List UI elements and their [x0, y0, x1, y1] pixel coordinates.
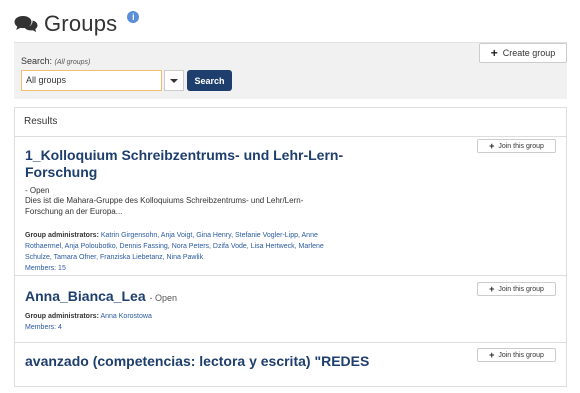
plus-icon: +	[490, 46, 498, 60]
groups-icon	[14, 16, 38, 32]
join-group-button[interactable]: + Join this group	[477, 139, 556, 153]
page-header: Groups i	[14, 8, 140, 40]
results-header: Results	[15, 108, 566, 137]
group-list-item: 1_Kolloquium Schreibzentrums- und Lehr-L…	[15, 137, 566, 276]
search-panel: Search: (All groups) All groups Search +…	[14, 42, 567, 99]
group-members-count[interactable]: Members: 4	[25, 322, 62, 333]
join-group-button[interactable]: + Join this group	[477, 348, 556, 362]
group-title-link[interactable]: 1_Kolloquium Schreibzentrums- und Lehr-L…	[25, 147, 343, 181]
results-panel: Results 1_Kolloquium Schreibzentrums- un…	[14, 107, 567, 387]
join-group-button[interactable]: + Join this group	[477, 282, 556, 296]
group-members-count[interactable]: Members: 15	[25, 263, 66, 274]
plus-icon: +	[489, 350, 495, 360]
info-icon[interactable]: i	[127, 11, 140, 23]
group-title-link[interactable]: Anna_Bianca_Lea - Open	[25, 288, 177, 307]
group-list-item: avanzado (competencias: lectora y escrit…	[15, 343, 566, 393]
chevron-down-icon[interactable]	[164, 70, 184, 91]
group-administrators: Group administrators: Anna Korostowa	[25, 313, 152, 320]
group-list-item: Anna_Bianca_Lea - Open Group administrat…	[15, 276, 566, 343]
search-label: Search: (All groups)	[21, 56, 91, 66]
group-title-link[interactable]: avanzado (competencias: lectora y escrit…	[25, 353, 369, 370]
group-filter-select[interactable]: All groups	[21, 70, 162, 91]
group-description: Dies ist die Mahara-Gruppe des Kolloquiu…	[25, 196, 304, 216]
plus-icon: +	[489, 141, 495, 151]
plus-icon: +	[489, 284, 495, 294]
create-group-button[interactable]: + Create group	[479, 43, 567, 63]
group-administrators: Group administrators: Katrin Girgensohn,…	[25, 232, 324, 261]
search-button[interactable]: Search	[187, 70, 232, 91]
page-title: Groups	[44, 11, 118, 36]
